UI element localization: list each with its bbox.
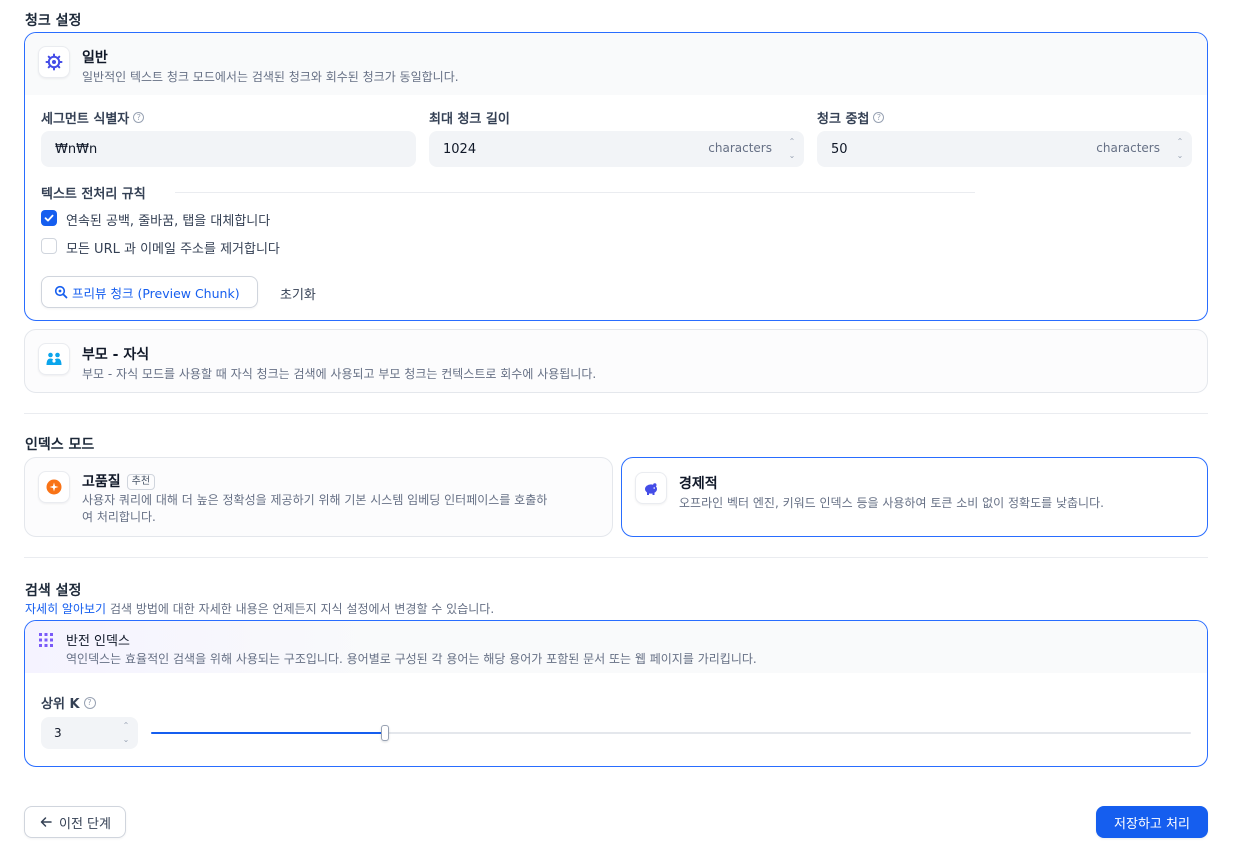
general-card-title: 일반 [82, 50, 108, 66]
chevron-up-icon[interactable]: ⌃ [123, 721, 130, 731]
rule1-checkbox[interactable] [41, 210, 57, 226]
inverted-index-desc: 역인덱스는 효율적인 검색을 위해 사용되는 구조입니다. 용어별로 구성된 각… [66, 652, 757, 666]
topk-slider[interactable] [151, 725, 1191, 741]
prev-step-button[interactable]: 이전 단계 [24, 806, 126, 838]
chevron-up-icon[interactable]: ⌃ [789, 137, 796, 147]
parent-child-title: 부모 - 자식 [82, 347, 150, 363]
grid-icon [38, 632, 54, 652]
section-divider [24, 557, 1208, 558]
rule2-checkbox[interactable] [41, 238, 57, 254]
unit-label: characters [1096, 141, 1160, 155]
parent-child-desc: 부모 - 자식 모드를 사용할 때 자식 청크는 검색에 사용되고 부모 청크는… [82, 367, 597, 381]
segment-identifier-label: 세그먼트 식별자 ? [41, 108, 145, 127]
gear-icon [38, 46, 70, 78]
save-and-process-button[interactable]: 저장하고 처리 [1096, 806, 1208, 838]
general-card-desc: 일반적인 텍스트 청크 모드에서는 검색된 청크와 회수된 청크가 동일합니다. [82, 70, 459, 84]
help-icon[interactable]: ? [83, 696, 96, 709]
slider-fill [151, 732, 385, 734]
general-card-header: 일반 일반적인 텍스트 청크 모드에서는 검색된 청크와 회수된 청크가 동일합… [25, 33, 1207, 95]
retrieval-settings-title: 검색 설정 [25, 583, 82, 599]
economy-desc: 오프라인 벡터 엔진, 키워드 인덱스 등을 사용하여 토큰 소비 없이 정확도… [679, 496, 1104, 510]
chunk-settings-title: 청크 설정 [25, 13, 82, 29]
chunk-overlap-label: 청크 중첩 ? [817, 108, 885, 127]
recommended-badge: 추천 [126, 474, 156, 490]
check-icon [44, 214, 54, 222]
high-quality-desc: 사용자 쿼리에 대해 더 높은 정확성을 제공하기 위해 기본 시스템 임베딩 … [82, 493, 548, 524]
help-icon[interactable]: ? [133, 112, 145, 123]
chevron-down-icon[interactable]: ⌄ [123, 735, 130, 745]
preprocess-rules-label: 텍스트 전처리 규칙 [41, 187, 146, 202]
inverted-index-card[interactable]: 반전 인덱스 역인덱스는 효율적인 검색을 위해 사용되는 구조입니다. 용어별… [24, 620, 1208, 767]
index-mode-title: 인덱스 모드 [25, 437, 95, 453]
number-stepper[interactable]: ⌃ ⌄ [120, 721, 132, 745]
number-stepper[interactable]: ⌃ ⌄ [1174, 137, 1186, 161]
high-quality-card[interactable]: 고품질 추천 사용자 쿼리에 대해 더 높은 정확성을 제공하기 위해 기본 시스… [24, 457, 613, 537]
chunk-overlap-input[interactable]: 50 characters ⌃ ⌄ [817, 131, 1192, 167]
parent-child-card[interactable]: 부모 - 자식 부모 - 자식 모드를 사용할 때 자식 청크는 검색에 사용되… [24, 329, 1208, 393]
max-chunk-length-input[interactable]: 1024 characters ⌃ ⌄ [429, 131, 804, 167]
topk-input[interactable]: 3 ⌃ ⌄ [41, 717, 138, 749]
preview-chunk-label: 프리뷰 청크 (Preview Chunk) [72, 285, 240, 301]
chevron-up-icon[interactable]: ⌃ [1177, 137, 1184, 147]
economy-card[interactable]: 경제적 오프라인 벡터 엔진, 키워드 인덱스 등을 사용하여 토큰 소비 없이… [621, 457, 1208, 537]
general-chunk-card[interactable]: 일반 일반적인 텍스트 청크 모드에서는 검색된 청크와 회수된 청크가 동일합… [24, 32, 1208, 321]
segment-identifier-input[interactable]: ₩n₩n [41, 131, 416, 167]
sparkle-icon [38, 471, 70, 503]
economy-title: 경제적 [679, 476, 718, 492]
section-divider [24, 413, 1208, 414]
inverted-card-header: 반전 인덱스 역인덱스는 효율적인 검색을 위해 사용되는 구조입니다. 용어별… [25, 621, 1207, 673]
arrow-left-icon [40, 817, 52, 827]
learn-more-link[interactable]: 자세히 알아보기 [25, 602, 106, 616]
high-quality-title: 고품질 [82, 474, 121, 490]
parent-child-icon [38, 343, 70, 375]
rule1-label[interactable]: 연속된 공백, 줄바꿈, 탭을 대체합니다 [66, 210, 270, 229]
help-icon[interactable]: ? [873, 112, 885, 123]
retrieval-subtitle: 자세히 알아보기 검색 방법에 대한 자세한 내용은 언제든지 지식 설정에서 … [25, 602, 495, 616]
chevron-down-icon[interactable]: ⌄ [789, 151, 796, 161]
max-chunk-length-label: 최대 청크 길이 [429, 112, 510, 127]
topk-label: 상위 K ? [41, 693, 96, 712]
search-icon [54, 285, 68, 299]
reset-button[interactable]: 초기화 [280, 284, 316, 303]
prev-step-label: 이전 단계 [59, 816, 111, 832]
inverted-index-title: 반전 인덱스 [66, 634, 130, 649]
unit-label: characters [708, 141, 772, 155]
divider [175, 192, 975, 193]
preview-chunk-button[interactable]: 프리뷰 청크 (Preview Chunk) [41, 276, 258, 308]
high-quality-title-row: 고품질 추천 [82, 471, 156, 491]
slider-thumb[interactable] [381, 725, 389, 741]
number-stepper[interactable]: ⌃ ⌄ [786, 137, 798, 161]
chevron-down-icon[interactable]: ⌄ [1177, 151, 1184, 161]
rule2-label[interactable]: 모든 URL 과 이메일 주소를 제거합니다 [66, 238, 280, 257]
piggy-bank-icon [635, 472, 667, 504]
